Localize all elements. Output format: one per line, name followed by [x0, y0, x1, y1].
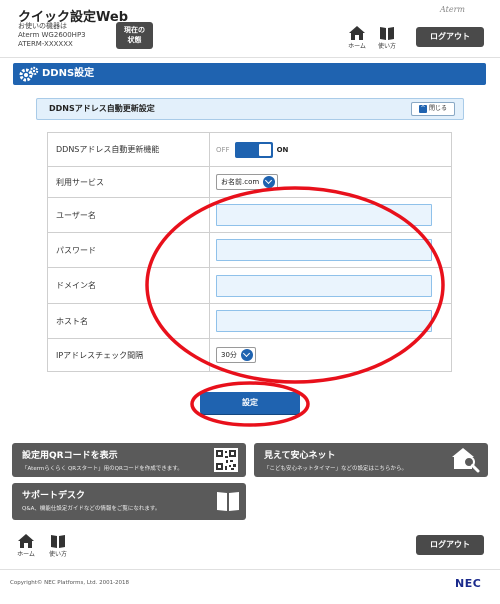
home-nav-button-bottom[interactable]: ホーム	[14, 534, 38, 560]
toggle-off-label: OFF	[216, 145, 230, 154]
home-nav-button[interactable]: ホーム	[345, 26, 369, 52]
support-tile-title: サポートデスク	[22, 491, 86, 501]
table-row: 利用サービス お名前.com	[47, 166, 452, 198]
qr-tile-description: 「Atermらくらく QRスタート」用のQRコードを作成できます。	[22, 466, 183, 472]
service-select[interactable]: お名前.com	[216, 174, 279, 190]
table-row: パスワード	[47, 232, 452, 268]
submit-button[interactable]: 設定	[200, 392, 300, 414]
book-icon	[217, 492, 239, 511]
support-desk-tile[interactable]: サポートデスク Q&A、機能仕設定ガイドなどの情報をご覧になれます。	[12, 483, 246, 520]
chevron-up-icon: ^	[419, 104, 428, 113]
host-name-cell	[209, 303, 452, 339]
ip-check-interval-cell: 30分	[209, 338, 452, 372]
home-search-icon	[452, 448, 480, 473]
table-row: DDNSアドレス自動更新機能 OFF ON	[47, 132, 452, 167]
book-icon	[380, 27, 394, 40]
header-divider	[0, 57, 500, 58]
chevron-down-icon	[263, 176, 276, 188]
toggle-on-label: ON	[276, 145, 289, 154]
username-label: ユーザー名	[47, 197, 210, 233]
home-nav-label: ホーム	[17, 551, 35, 558]
host-name-input[interactable]	[216, 310, 432, 332]
table-row: ユーザー名	[47, 197, 452, 233]
safety-tile-title: 見えて安心ネット	[264, 451, 336, 461]
usage-nav-label: 使い方	[377, 43, 396, 50]
ip-check-interval-select[interactable]: 30分	[216, 347, 256, 363]
password-cell	[209, 232, 452, 268]
table-row: ホスト名	[47, 303, 452, 339]
service-select-value: お名前.com	[221, 178, 260, 186]
home-icon	[18, 534, 34, 548]
service-cell: お名前.com	[209, 166, 452, 198]
home-nav-label: ホーム	[348, 43, 366, 50]
usage-nav-button[interactable]: 使い方	[375, 26, 399, 52]
table-row: IPアドレスチェック間隔 30分	[47, 338, 452, 372]
qr-code-icon	[214, 448, 238, 472]
ddns-auto-update-toggle[interactable]: OFF ON	[216, 141, 289, 158]
safety-tile-description: 「こども安心ネットタイマー」などの設定はこちらから。	[264, 466, 408, 472]
domain-name-label: ドメイン名	[47, 267, 210, 304]
status-button-line2: 状態	[127, 36, 142, 44]
domain-name-cell	[209, 267, 452, 304]
section-title: DDNSアドレス自動更新設定	[49, 104, 155, 113]
username-input[interactable]	[216, 204, 432, 226]
chevron-down-icon	[240, 349, 253, 361]
device-id: ATERM-XXXXXX	[18, 40, 73, 48]
page-title-banner: DDNS設定	[13, 63, 486, 85]
host-name-label: ホスト名	[47, 303, 210, 339]
gear-icon	[19, 66, 39, 82]
qr-code-tile[interactable]: 設定用QRコードを表示 「Atermらくらく QRスタート」用のQRコードを作成…	[12, 443, 246, 477]
settings-table: DDNSアドレス自動更新機能 OFF ON 利用サービス お名前.com ユーザ…	[47, 132, 452, 372]
password-input[interactable]	[216, 239, 432, 261]
logout-button-bottom[interactable]: ログアウト	[416, 535, 484, 555]
footer-divider	[0, 569, 500, 570]
support-tile-description: Q&A、機能仕設定ガイドなどの情報をご覧になれます。	[22, 506, 161, 512]
username-cell	[209, 197, 452, 233]
book-icon	[51, 535, 65, 548]
ip-check-interval-label: IPアドレスチェック間隔	[47, 338, 210, 372]
toggle-track	[234, 141, 273, 158]
qr-tile-title: 設定用QRコードを表示	[22, 451, 118, 461]
domain-name-input[interactable]	[216, 274, 432, 297]
home-icon	[349, 26, 365, 40]
page-title: DDNS設定	[42, 68, 95, 79]
usage-nav-button-bottom[interactable]: 使い方	[46, 534, 70, 560]
toggle-knob	[258, 143, 271, 156]
table-row: ドメイン名	[47, 267, 452, 304]
copyright: Copyright© NEC Platforms, Ltd. 2001-2018	[10, 580, 130, 586]
ddns-auto-update-label: DDNSアドレス自動更新機能	[47, 132, 210, 167]
password-label: パスワード	[47, 232, 210, 268]
ddns-auto-update-cell: OFF ON	[209, 132, 452, 167]
service-label: 利用サービス	[47, 166, 210, 198]
current-status-button[interactable]: 現在の 状態	[116, 22, 153, 49]
collapse-label: 閉じる	[428, 105, 447, 112]
section-header: DDNSアドレス自動更新設定 ^ 閉じる	[36, 98, 464, 120]
ip-check-interval-value: 30分	[221, 351, 237, 359]
safety-net-tile[interactable]: 見えて安心ネット 「こども安心ネットタイマー」などの設定はこちらから。	[254, 443, 488, 477]
usage-nav-label: 使い方	[48, 551, 67, 558]
device-label: お使いの機器は	[18, 22, 67, 30]
nec-logo: NEC	[455, 577, 482, 590]
device-model: Aterm WG2600HP3	[18, 31, 86, 39]
status-button-line1: 現在の	[124, 26, 145, 34]
brand-logo: Aterm	[440, 5, 465, 14]
collapse-button[interactable]: ^ 閉じる	[411, 102, 455, 116]
logout-button[interactable]: ログアウト	[416, 27, 484, 47]
